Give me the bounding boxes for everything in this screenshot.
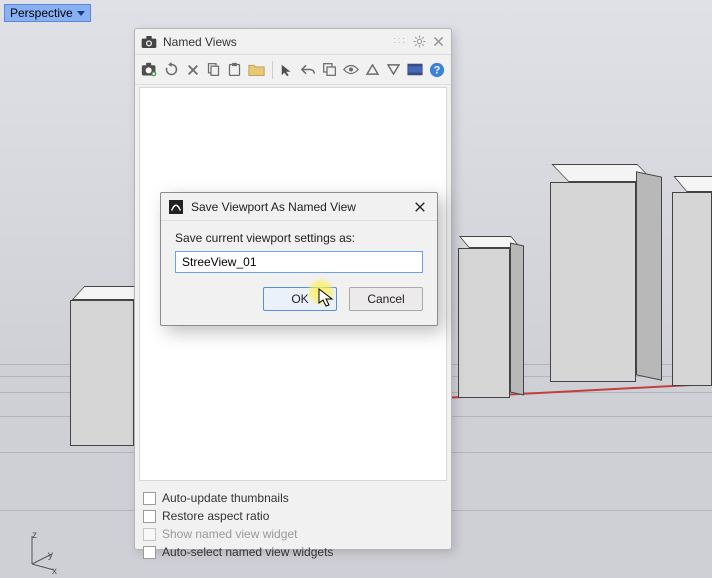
save-named-view-dialog: Save Viewport As Named View Save current… (160, 192, 438, 326)
cancel-button[interactable]: Cancel (349, 287, 423, 311)
checkbox-label: Auto-update thumbnails (162, 491, 289, 505)
save-view-icon[interactable] (141, 61, 158, 78)
checkbox-icon (143, 528, 156, 541)
app-icon (169, 200, 183, 214)
panel-header[interactable]: Named Views ∶∶∶ (135, 29, 451, 55)
duplicate-window-icon[interactable] (322, 61, 337, 78)
toolbar-separator (272, 61, 273, 79)
button-label: Cancel (367, 292, 404, 306)
undo-arrow-icon[interactable] (301, 61, 316, 78)
panel-footer: Auto-update thumbnails Restore aspect ra… (135, 483, 451, 567)
svg-text:?: ? (434, 64, 441, 76)
up-triangle-icon[interactable] (365, 61, 380, 78)
viewport-3d[interactable]: Perspective z y x Named Views ∶∶∶ (0, 0, 712, 578)
building-box (672, 176, 712, 416)
close-button[interactable] (411, 198, 429, 216)
panel-toolbar: ? (135, 55, 451, 85)
checkbox-icon (143, 492, 156, 505)
checkbox-restore-aspect-ratio[interactable]: Restore aspect ratio (143, 507, 443, 525)
dialog-prompt: Save current viewport settings as: (175, 231, 423, 245)
checkbox-auto-update-thumbnails[interactable]: Auto-update thumbnails (143, 489, 443, 507)
refresh-icon[interactable] (164, 61, 179, 78)
panel-drag-handle-icon[interactable]: ∶∶∶ (393, 36, 407, 47)
viewport-label-tab[interactable]: Perspective (4, 4, 91, 22)
dialog-titlebar[interactable]: Save Viewport As Named View (161, 193, 437, 221)
checkbox-label: Show named view widget (162, 527, 297, 541)
down-triangle-icon[interactable] (386, 61, 401, 78)
paste-icon[interactable] (227, 61, 242, 78)
camera-icon (141, 35, 157, 49)
building-box (550, 164, 670, 414)
dropdown-icon (77, 11, 85, 16)
panel-title: Named Views (163, 35, 237, 49)
close-icon (414, 201, 426, 213)
axis-y-label: y (48, 550, 53, 561)
import-icon[interactable] (248, 61, 265, 78)
filmstrip-icon[interactable] (407, 61, 423, 78)
viewport-label: Perspective (10, 6, 73, 20)
dialog-title: Save Viewport As Named View (191, 200, 356, 214)
delete-icon[interactable] (185, 61, 200, 78)
gear-icon[interactable] (413, 35, 426, 48)
checkbox-label: Restore aspect ratio (162, 509, 269, 523)
cursor-select-icon[interactable] (280, 61, 295, 78)
checkbox-icon (143, 510, 156, 523)
button-label: OK (291, 292, 308, 306)
checkbox-show-named-view-widget: Show named view widget (143, 525, 443, 543)
axis-z-label: z (32, 530, 37, 541)
checkbox-auto-select-named-view-widgets[interactable]: Auto-select named view widgets (143, 543, 443, 561)
checkbox-label: Auto-select named view widgets (162, 545, 333, 559)
visibility-icon[interactable] (343, 61, 359, 78)
help-icon[interactable]: ? (429, 61, 445, 78)
close-icon[interactable] (432, 35, 445, 48)
copy-icon[interactable] (206, 61, 221, 78)
ok-button[interactable]: OK (263, 287, 337, 311)
view-name-input[interactable] (175, 251, 423, 273)
axis-x-label: x (52, 566, 57, 577)
checkbox-icon (143, 546, 156, 559)
building-box (458, 236, 528, 426)
